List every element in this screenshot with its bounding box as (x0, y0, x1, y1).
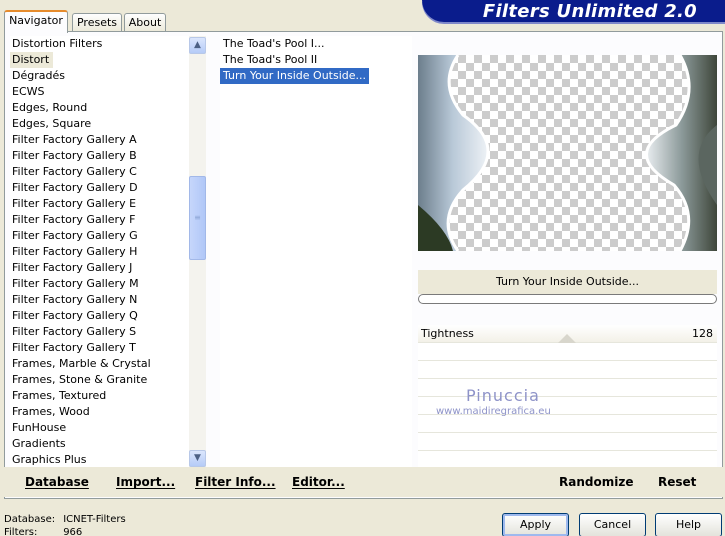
category-item[interactable]: Edges, Round (10, 100, 190, 116)
filter-list[interactable]: The Toad's Pool I... The Toad's Pool II … (220, 36, 412, 468)
grip-icon: ≡ (194, 213, 201, 222)
category-item[interactable]: ECWS (10, 84, 190, 100)
category-item[interactable]: Filter Factory Gallery F (10, 212, 190, 228)
watermark-name: Pinuccia (466, 386, 540, 405)
slider-value: 128 (692, 327, 713, 340)
cancel-button[interactable]: Cancel (579, 513, 646, 536)
category-list[interactable]: Distortion Filters Distort Dégradés ECWS… (10, 36, 190, 468)
category-item[interactable]: Filter Factory Gallery H (10, 244, 190, 260)
category-item[interactable]: Gradients (10, 436, 190, 452)
editor-button[interactable]: Editor... (292, 475, 345, 489)
preview-image (418, 55, 717, 251)
apply-button[interactable]: Apply (502, 513, 569, 536)
category-item[interactable]: Distortion Filters (10, 36, 190, 52)
database-button[interactable]: Database (25, 475, 89, 489)
slider-label: Tightness (421, 327, 474, 340)
category-item[interactable]: Filter Factory Gallery J (10, 260, 190, 276)
category-item[interactable]: Graphics Plus (10, 452, 190, 468)
category-item[interactable]: Filter Factory Gallery M (10, 276, 190, 292)
progress-bar (418, 294, 717, 304)
category-item[interactable]: Filter Factory Gallery B (10, 148, 190, 164)
category-item[interactable]: Filter Factory Gallery T (10, 340, 190, 356)
slider-panel: Tightness 128 (418, 325, 717, 469)
filter-item[interactable]: The Toad's Pool I... (220, 36, 412, 52)
empty-slider-row (418, 415, 717, 433)
watermark-url: www.maidiregrafica.eu (436, 406, 551, 417)
database-value: ICNET-Filters (63, 514, 126, 525)
category-item[interactable]: Frames, Stone & Granite (10, 372, 190, 388)
filters-count-label: Filters: (4, 527, 38, 536)
bottom-toolbar: Database Import... Filter Info... Editor… (4, 467, 723, 497)
category-item[interactable]: Frames, Textured (10, 388, 190, 404)
banner-title: Filters Unlimited 2.0 (482, 1, 697, 22)
tab-presets-label: Presets (76, 16, 118, 29)
title-banner: Filters Unlimited 2.0 (422, 0, 725, 22)
filter-item-selected[interactable]: Turn Your Inside Outside... (220, 68, 370, 84)
tab-about[interactable]: About (124, 13, 166, 32)
category-item[interactable]: Filter Factory Gallery C (10, 164, 190, 180)
filter-item[interactable]: The Toad's Pool II (220, 52, 412, 68)
tightness-slider[interactable]: Tightness 128 (418, 325, 717, 343)
randomize-button[interactable]: Randomize (559, 475, 633, 489)
filter-name-display: Turn Your Inside Outside... (418, 270, 717, 294)
category-item-selected[interactable]: Distort (10, 52, 54, 68)
slider-marker-icon[interactable] (558, 334, 576, 343)
empty-slider-row (418, 361, 717, 379)
empty-slider-row (418, 379, 717, 397)
tab-navigator[interactable]: Navigator (4, 10, 68, 33)
category-item[interactable]: Filter Factory Gallery G (10, 228, 190, 244)
tab-presets[interactable]: Presets (72, 13, 122, 32)
scrollbar-thumb[interactable]: ≡ (189, 176, 206, 260)
category-item[interactable]: Filter Factory Gallery E (10, 196, 190, 212)
help-button[interactable]: Help (655, 513, 722, 536)
empty-slider-row (418, 343, 717, 361)
category-item[interactable]: Filter Factory Gallery S (10, 324, 190, 340)
category-item[interactable]: Filter Factory Gallery N (10, 292, 190, 308)
preview-effect (418, 55, 717, 251)
category-scrollbar[interactable]: ▲ ≡ ▼ (189, 36, 206, 468)
reset-button[interactable]: Reset (658, 475, 696, 489)
category-item[interactable]: FunHouse (10, 420, 190, 436)
empty-slider-row (418, 433, 717, 451)
filter-info-button[interactable]: Filter Info... (195, 475, 276, 489)
import-button[interactable]: Import... (116, 475, 175, 489)
filters-count-value: 966 (63, 527, 83, 536)
tab-navigator-label: Navigator (9, 14, 63, 27)
category-item[interactable]: Filter Factory Gallery A (10, 132, 190, 148)
category-item[interactable]: Dégradés (10, 68, 190, 84)
database-label: Database: (4, 514, 56, 525)
category-item[interactable]: Filter Factory Gallery D (10, 180, 190, 196)
database-info: Database: ICNET-Filters Filters: 966 (4, 513, 126, 536)
category-item[interactable]: Frames, Wood (10, 404, 190, 420)
category-item[interactable]: Frames, Marble & Crystal (10, 356, 190, 372)
category-item[interactable]: Edges, Square (10, 116, 190, 132)
arrow-up-icon[interactable]: ▲ (189, 37, 206, 54)
tab-about-label: About (128, 16, 162, 29)
arrow-down-icon[interactable]: ▼ (189, 450, 206, 467)
category-item[interactable]: Filter Factory Gallery Q (10, 308, 190, 324)
